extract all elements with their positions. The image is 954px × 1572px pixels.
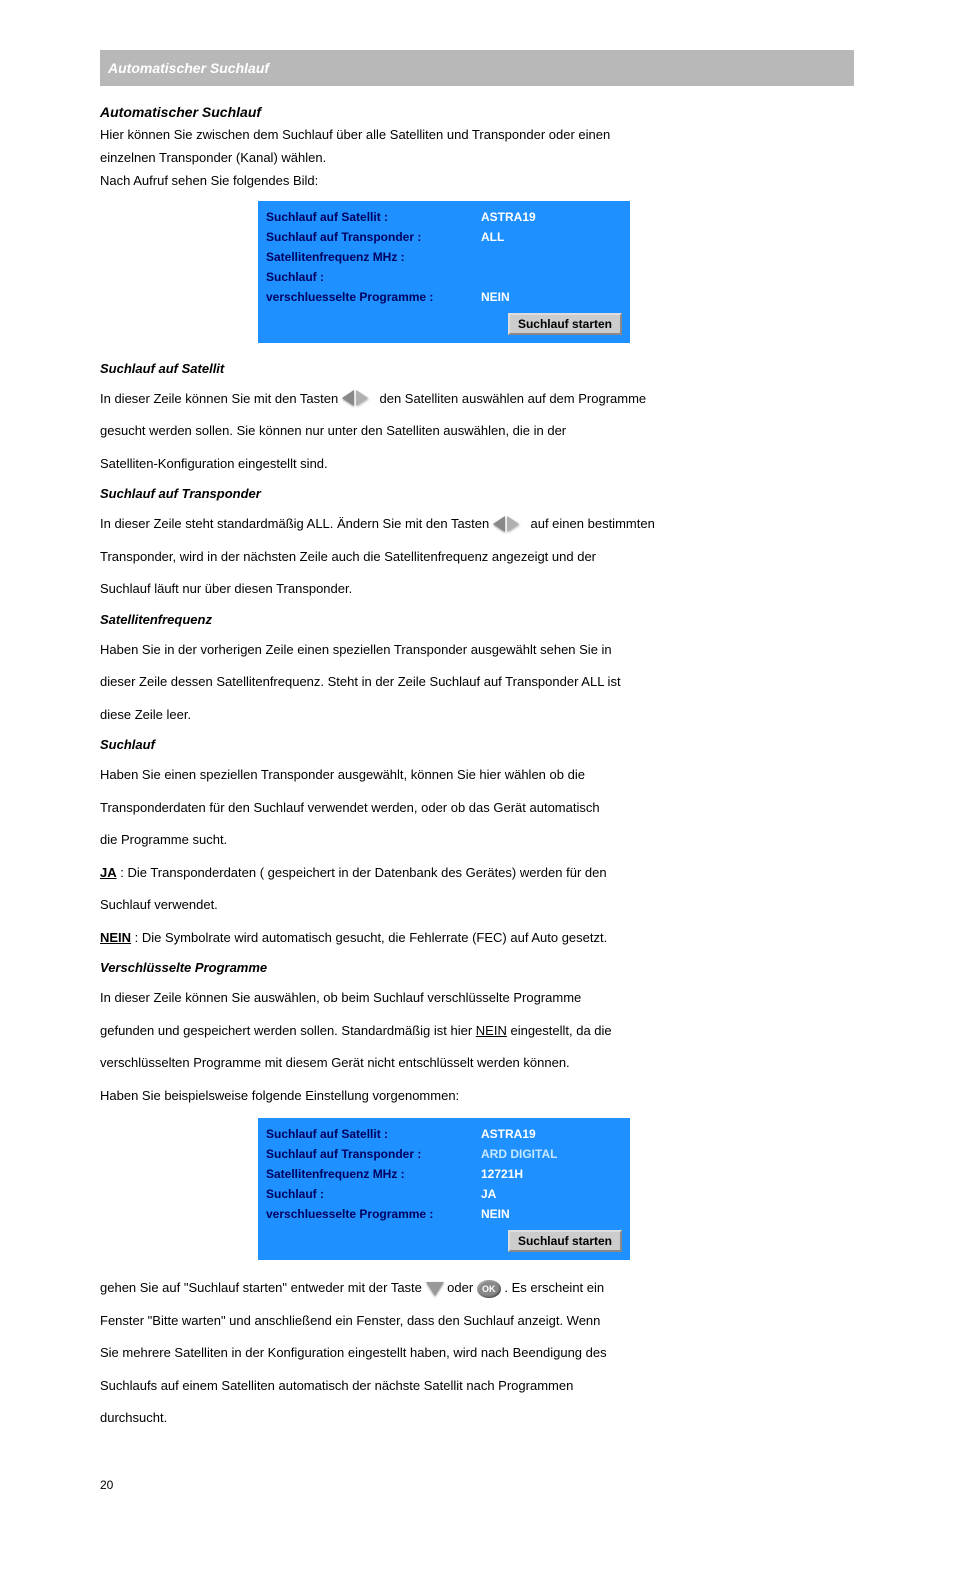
closing-line5: durchsucht. [100,1408,854,1428]
sec-run-line2: Transponderdaten für den Suchlauf verwen… [100,798,854,818]
panel2-start-button[interactable]: Suchlauf starten [508,1230,622,1252]
header-title: Automatischer Suchlauf [108,60,269,76]
panel1-label-transponder: Suchlauf auf Transponder : [266,230,481,244]
panel1-row-satellit: Suchlauf auf Satellit : ASTRA19 [266,207,622,227]
closing-line4: Suchlaufs auf einem Satelliten automatis… [100,1376,854,1396]
panel2-row-suchlauf: Suchlauf : JA [266,1184,622,1204]
sec-enc-line1: In dieser Zeile können Sie auswählen, ob… [100,988,854,1008]
sec-tp-line2: Transponder, wird in der nächsten Zeile … [100,547,854,567]
sec-run-line1: Haben Sie einen speziellen Transponder a… [100,765,854,785]
panel2-row-freq: Satellitenfrequenz MHz : 12721H [266,1164,622,1184]
ok-icon: OK [477,1280,501,1298]
panel1-label-satellit: Suchlauf auf Satellit : [266,210,481,224]
panel2-label-encrypted: verschluesselte Programme : [266,1207,481,1221]
section-intro-heading: Automatischer Suchlauf [100,104,854,120]
sec-tp-line3: Suchlauf läuft nur über diesen Transpond… [100,579,854,599]
sec-sat-line1: In dieser Zeile können Sie mit den Taste… [100,389,854,409]
panel1-label-suchlauf: Suchlauf : [266,270,481,284]
panel1-value-transponder: ALL [481,230,504,244]
panel1-value-satellit: ASTRA19 [481,210,536,224]
panel2-label-suchlauf: Suchlauf : [266,1187,481,1201]
subhead-run: Suchlauf [100,737,854,752]
panel2-value-transponder: ARD DIGITAL [481,1147,557,1161]
intro-line2: einzelnen Transponder (Kanal) wählen. [100,149,854,168]
panel1-row-freq: Satellitenfrequenz MHz : [266,247,622,267]
panel1-start-button[interactable]: Suchlauf starten [508,313,622,335]
sec-enc-line2: gefunden und gespeichert werden sollen. … [100,1021,854,1041]
intro-line1: Hier können Sie zwischen dem Suchlauf üb… [100,126,854,145]
subhead-freq: Satellitenfrequenz [100,612,854,627]
panel2-row-satellit: Suchlauf auf Satellit : ASTRA19 [266,1124,622,1144]
sec-freq-line2: dieser Zeile dessen Satellitenfrequenz. … [100,672,854,692]
panel2-row-encrypted: verschluesselte Programme : NEIN [266,1204,622,1224]
panel1-label-encrypted: verschluesselte Programme : [266,290,481,304]
subhead-satellit: Suchlauf auf Satellit [100,361,854,376]
subhead-transponder: Suchlauf auf Transponder [100,486,854,501]
sec-enc-line3: verschlüsselten Programme mit diesem Ger… [100,1053,854,1073]
panel2-label-freq: Satellitenfrequenz MHz : [266,1167,481,1181]
closing-line3: Sie mehrere Satelliten in der Konfigurat… [100,1343,854,1363]
sec-run-line4: JA : Die Transponderdaten ( gespeichert … [100,863,854,883]
sec-enc-line4: Haben Sie beispielsweise folgende Einste… [100,1086,854,1106]
page-number: 20 [100,1478,854,1492]
panel1-row-encrypted: verschluesselte Programme : NEIN [266,287,622,307]
panel1-value-encrypted: NEIN [481,290,510,304]
sec-run-line6: NEIN : Die Symbolrate wird automatisch g… [100,928,854,948]
panel2-value-suchlauf: JA [481,1187,496,1201]
left-right-icon [342,390,376,408]
search-panel-1: Suchlauf auf Satellit : ASTRA19 Suchlauf… [258,201,630,343]
panel2-label-satellit: Suchlauf auf Satellit : [266,1127,481,1141]
panel2-row-transponder: Suchlauf auf Transponder : ARD DIGITAL [266,1144,622,1164]
panel1-row-suchlauf: Suchlauf : [266,267,622,287]
sec-run-line5: Suchlauf verwendet. [100,895,854,915]
left-right-icon [493,516,527,534]
panel2-value-freq: 12721H [481,1167,523,1181]
header-bar: Automatischer Suchlauf [100,50,854,86]
closing-line2: Fenster "Bitte warten" und anschließend … [100,1311,854,1331]
panel2-label-transponder: Suchlauf auf Transponder : [266,1147,481,1161]
closing-line1: gehen Sie auf "Suchlauf starten" entwede… [100,1278,854,1298]
sec-run-line3: die Programme sucht. [100,830,854,850]
sec-freq-line1: Haben Sie in der vorherigen Zeile einen … [100,640,854,660]
subhead-encrypted: Verschlüsselte Programme [100,960,854,975]
down-icon [426,1282,444,1296]
panel2-value-satellit: ASTRA19 [481,1127,536,1141]
sec-sat-line2: gesucht werden sollen. Sie können nur un… [100,421,854,441]
panel1-row-transponder: Suchlauf auf Transponder : ALL [266,227,622,247]
intro-line3: Nach Aufruf sehen Sie folgendes Bild: [100,172,854,191]
sec-freq-line3: diese Zeile leer. [100,705,854,725]
panel2-value-encrypted: NEIN [481,1207,510,1221]
sec-tp-line1: In dieser Zeile steht standardmäßig ALL.… [100,514,854,534]
sec-sat-line3: Satelliten-Konfiguration eingestellt sin… [100,454,854,474]
search-panel-2: Suchlauf auf Satellit : ASTRA19 Suchlauf… [258,1118,630,1260]
panel1-label-freq: Satellitenfrequenz MHz : [266,250,481,264]
